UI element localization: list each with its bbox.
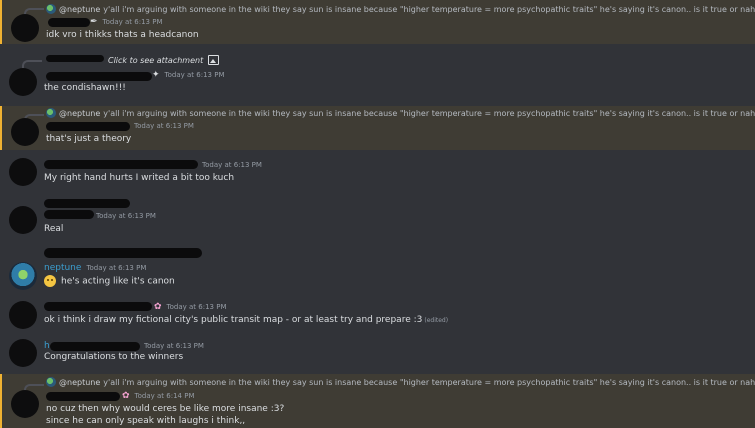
- redacted-username: [44, 210, 94, 219]
- timestamp[interactable]: Today at 6:13 PM: [167, 303, 227, 311]
- avatar[interactable]: [11, 14, 39, 42]
- message-text: Congratulations to the winners: [44, 352, 184, 362]
- message-text: the condishawn!!!: [44, 83, 126, 93]
- redacted-username: [48, 18, 90, 27]
- message-7[interactable]: ✿ Today at 6:13 PM ok i think i draw my …: [0, 298, 755, 334]
- redacted-username: [44, 199, 130, 208]
- timestamp[interactable]: Today at 6:13 PM: [144, 342, 204, 350]
- message-9[interactable]: @neptune y'all i'm arguing with someone …: [0, 374, 755, 428]
- message-header: Today at 6:13 PM: [96, 210, 156, 222]
- message-header: ✿ Today at 6:14 PM: [122, 390, 194, 402]
- timestamp[interactable]: Today at 6:13 PM: [86, 264, 146, 272]
- reply-preview[interactable]: Click to see attachment: [108, 54, 220, 66]
- reply-attachment-text[interactable]: Click to see attachment: [108, 56, 203, 65]
- message-2[interactable]: Click to see attachment ✦ Today at 6:13 …: [0, 52, 755, 98]
- redacted-username: [44, 160, 198, 169]
- timestamp[interactable]: Today at 6:13 PM: [134, 122, 194, 130]
- redacted-username: [46, 392, 120, 401]
- avatar[interactable]: [9, 301, 37, 329]
- timestamp[interactable]: Today at 6:13 PM: [165, 71, 225, 79]
- reply-text: y'all i'm arguing with someone in the wi…: [103, 108, 755, 118]
- reply-preview[interactable]: @neptune y'all i'm arguing with someone …: [46, 107, 755, 119]
- timestamp[interactable]: Today at 6:13 PM: [96, 212, 156, 220]
- sparkle-icon: ✿: [154, 302, 162, 312]
- avatar[interactable]: [9, 68, 37, 96]
- weary-face-emoji: [44, 275, 56, 287]
- reply-avatar: [46, 4, 56, 14]
- redacted-username: [46, 122, 130, 131]
- reply-preview[interactable]: @neptune y'all i'm arguing with someone …: [46, 376, 755, 388]
- message-header: ✿ Today at 6:13 PM: [154, 301, 226, 313]
- message-text: that's just a theory: [46, 134, 132, 144]
- username[interactable]: h: [44, 341, 50, 351]
- username[interactable]: neptune: [44, 263, 81, 273]
- sparkle-icon: ✦: [152, 70, 160, 80]
- message-text-row: he's acting like it's canon: [44, 275, 175, 288]
- reply-author[interactable]: @neptune: [59, 109, 100, 118]
- timestamp[interactable]: Today at 6:13 PM: [103, 18, 163, 26]
- message-5[interactable]: Today at 6:13 PM Real: [0, 196, 755, 240]
- message-6[interactable]: neptune Today at 6:13 PM he's acting lik…: [0, 260, 755, 296]
- message-header: Today at 6:13 PM: [202, 159, 262, 171]
- reply-avatar: [46, 108, 56, 118]
- reply-author[interactable]: @neptune: [59, 378, 100, 387]
- message-8[interactable]: h Today at 6:13 PM Congratulations to th…: [0, 336, 755, 372]
- image-icon: [208, 55, 220, 65]
- message-text-row: ok i think i draw my fictional city's pu…: [44, 314, 448, 327]
- message-3[interactable]: @neptune y'all i'm arguing with someone …: [0, 106, 755, 150]
- redacted-username: [44, 302, 152, 311]
- message-text: he's acting like it's canon: [61, 276, 175, 287]
- avatar[interactable]: [9, 206, 37, 234]
- message-header: ✒ Today at 6:13 PM: [90, 16, 162, 28]
- message-4[interactable]: Today at 6:13 PM My right hand hurts I w…: [0, 154, 755, 194]
- message-text: no cuz then why would ceres be like more…: [46, 404, 285, 414]
- message-text: since he can only speak with laughs i th…: [46, 416, 246, 426]
- redacted-username: [50, 342, 140, 351]
- message-text: Real: [44, 224, 64, 234]
- reply-text: y'all i'm arguing with someone in the wi…: [103, 377, 755, 387]
- reply-text: y'all i'm arguing with someone in the wi…: [103, 4, 755, 14]
- role-icon: ✒: [90, 17, 98, 27]
- redacted-username: [46, 72, 152, 81]
- avatar[interactable]: [9, 158, 37, 186]
- message-header: Today at 6:13 PM: [134, 120, 194, 132]
- reply-author[interactable]: @neptune: [59, 5, 100, 14]
- avatar[interactable]: [9, 262, 37, 290]
- message-header: ✦ Today at 6:13 PM: [152, 69, 224, 81]
- timestamp[interactable]: Today at 6:13 PM: [202, 161, 262, 169]
- message-text: My right hand hurts I writed a bit too k…: [44, 173, 235, 183]
- reply-preview[interactable]: @neptune y'all i'm arguing with someone …: [46, 3, 755, 15]
- message-header: neptune Today at 6:13 PM: [44, 262, 146, 274]
- message-text: ok i think i draw my fictional city's pu…: [44, 315, 423, 325]
- message-text: idk vro i thikks thats a headcanon: [46, 30, 199, 40]
- timestamp[interactable]: Today at 6:14 PM: [135, 392, 195, 400]
- message-1[interactable]: @neptune y'all i'm arguing with someone …: [0, 0, 755, 44]
- redaction-mark: [44, 248, 202, 258]
- sparkle-icon: ✿: [122, 391, 130, 401]
- avatar[interactable]: [9, 339, 37, 367]
- avatar[interactable]: [11, 118, 39, 146]
- redacted-reply-author: [46, 55, 104, 62]
- reply-avatar: [46, 377, 56, 387]
- avatar[interactable]: [11, 390, 39, 418]
- edited-label: (edited): [424, 317, 449, 324]
